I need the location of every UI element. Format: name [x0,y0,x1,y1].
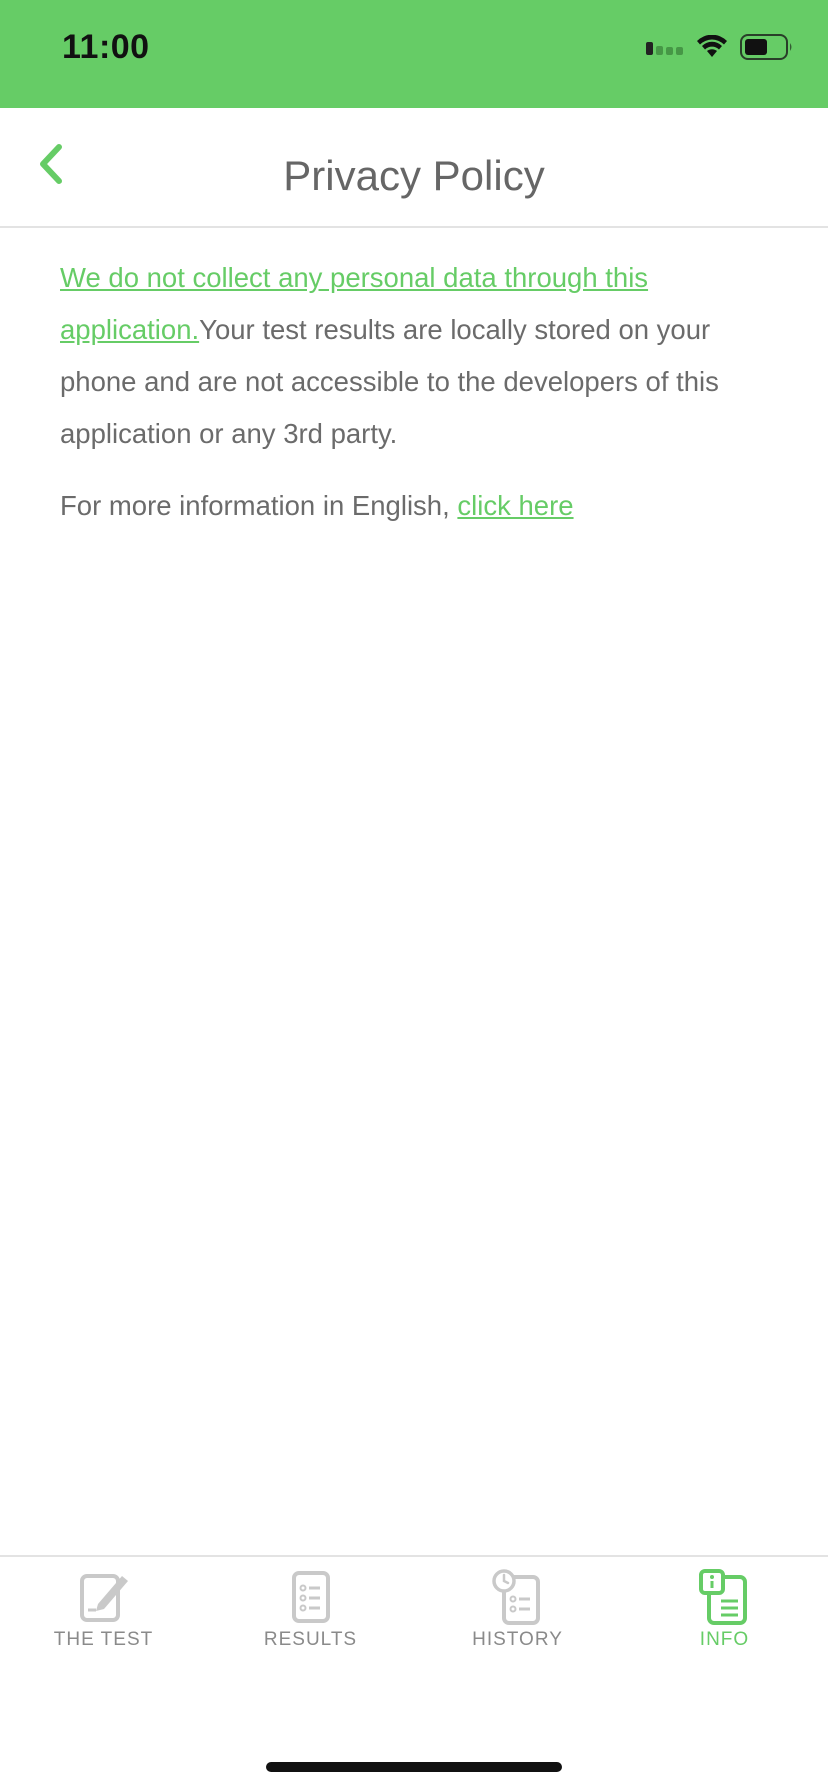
tab-history[interactable]: HISTORY [414,1557,621,1687]
click-here-link[interactable]: click here [457,490,573,521]
tab-bar: THE TEST RESULTS HISTORY INFO [0,1555,828,1687]
cellular-signal-icon [646,39,684,60]
history-clipboard-icon [490,1569,546,1625]
tab-the-test[interactable]: THE TEST [0,1557,207,1687]
status-bar: 11:00 [0,0,828,108]
status-icons [646,33,794,65]
tab-label: HISTORY [472,1629,563,1650]
battery-icon [740,33,794,65]
page-title: Privacy Policy [283,152,545,199]
tab-label: RESULTS [263,1629,358,1650]
checklist-icon [283,1569,339,1625]
edit-note-icon [76,1569,132,1625]
more-info-text: For more information in English, [60,490,458,521]
wifi-icon [696,34,728,64]
status-time: 11:00 [62,28,150,66]
privacy-content: We do not collect any personal data thro… [60,252,760,532]
tab-info[interactable]: INFO [621,1557,828,1687]
navigation-bar: Privacy Policy [0,108,828,228]
privacy-paragraph: We do not collect any personal data thro… [60,252,760,460]
info-document-icon [697,1569,753,1625]
home-indicator [266,1762,562,1772]
more-info-paragraph: For more information in English, click h… [60,480,760,532]
tab-label: THE TEST [53,1629,154,1650]
tab-results[interactable]: RESULTS [207,1557,414,1687]
tab-label: INFO [699,1629,750,1650]
